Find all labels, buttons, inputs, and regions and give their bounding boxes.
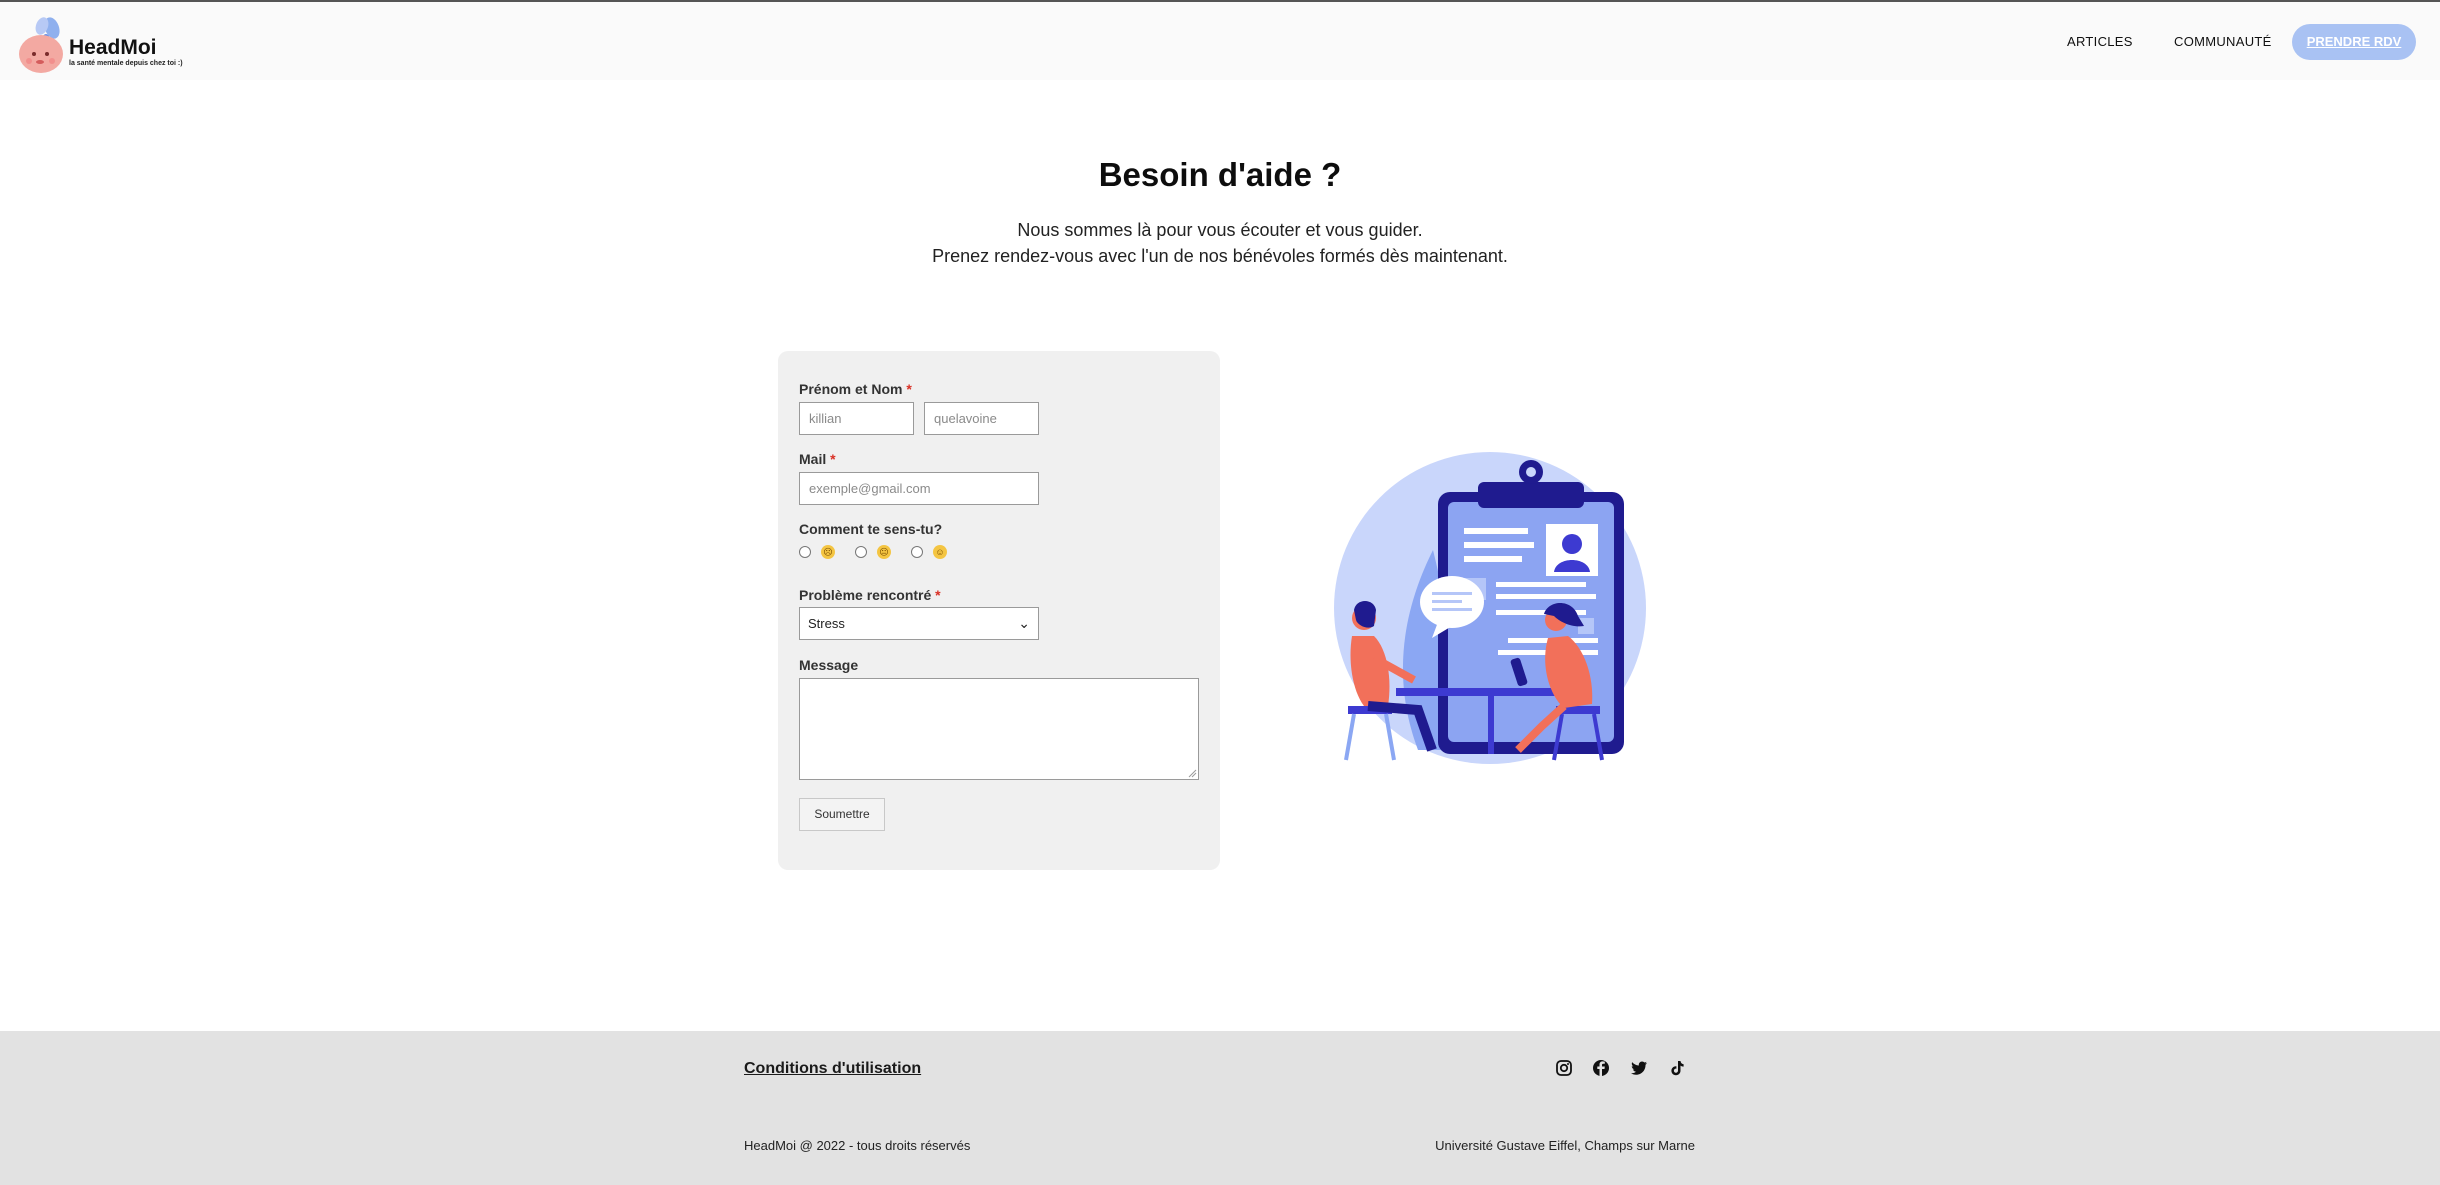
nav-communaute[interactable]: COMMUNAUTÉ <box>2174 34 2272 49</box>
required-mark: * <box>906 381 912 397</box>
consultation-illustration <box>1334 452 1646 764</box>
prendre-rdv-button[interactable]: PRENDRE RDV <box>2292 24 2416 60</box>
mail-label: Mail * <box>799 451 836 467</box>
name-label: Prénom et Nom * <box>799 381 912 397</box>
tiktok-icon[interactable] <box>1668 1059 1686 1077</box>
required-mark: * <box>830 451 836 467</box>
mail-label-text: Mail <box>799 451 827 467</box>
twitter-icon[interactable] <box>1630 1059 1648 1077</box>
sad-face-icon: ☹ <box>821 545 835 559</box>
site-footer: Conditions d'utilisation HeadMoi @ 2022 … <box>0 1031 2440 1185</box>
name-label-text: Prénom et Nom <box>799 381 903 397</box>
hero-subtitle-line-2: Prenez rendez-vous avec l'un de nos béné… <box>932 246 1508 266</box>
terms-link[interactable]: Conditions d'utilisation <box>744 1060 921 1078</box>
instagram-icon[interactable] <box>1555 1059 1573 1077</box>
mood-radio-group: ☹ 😐 ☺ <box>799 544 999 562</box>
appointment-form: Prénom et Nom * Mail * Comment te sens-t… <box>778 351 1220 870</box>
nav-articles[interactable]: ARTICLES <box>2067 34 2133 49</box>
university-text: Université Gustave Eiffel, Champs sur Ma… <box>1435 1138 1695 1153</box>
email-field[interactable] <box>799 472 1039 505</box>
problem-select[interactable]: Stress ⌄ <box>799 607 1039 640</box>
logo-tagline: la santé mentale depuis chez toi :) <box>69 60 183 67</box>
neutral-face-icon: 😐 <box>877 545 891 559</box>
hero-subtitle-line-1: Nous sommes là pour vous écouter et vous… <box>1017 220 1423 240</box>
mood-radio-sad[interactable] <box>799 546 811 558</box>
last-name-input[interactable] <box>924 402 1039 435</box>
mood-radio-neutral[interactable] <box>855 546 867 558</box>
resize-grip-icon[interactable] <box>1187 768 1197 778</box>
first-name-input[interactable] <box>799 402 914 435</box>
facebook-icon[interactable] <box>1592 1059 1610 1077</box>
mood-label: Comment te sens-tu? <box>799 521 943 537</box>
problem-label-text: Problème rencontré <box>799 587 932 603</box>
submit-button[interactable]: Soumettre <box>799 798 885 831</box>
page-title: Besoin d'aide ? <box>1098 156 1342 193</box>
chevron-down-icon: ⌄ <box>1018 615 1030 631</box>
problem-label: Problème rencontré * <box>799 587 941 603</box>
problem-select-value: Stress <box>808 616 845 631</box>
message-label: Message <box>799 657 859 673</box>
copyright-text: HeadMoi @ 2022 - tous droits réservés <box>744 1138 971 1153</box>
happy-face-icon: ☺ <box>933 545 947 559</box>
logo-title: HeadMoi <box>69 36 157 59</box>
site-header: HeadMoi la santé mentale depuis chez toi… <box>0 2 2440 80</box>
required-mark: * <box>935 587 941 603</box>
message-textarea[interactable] <box>799 678 1199 780</box>
mood-radio-happy[interactable] <box>911 546 923 558</box>
